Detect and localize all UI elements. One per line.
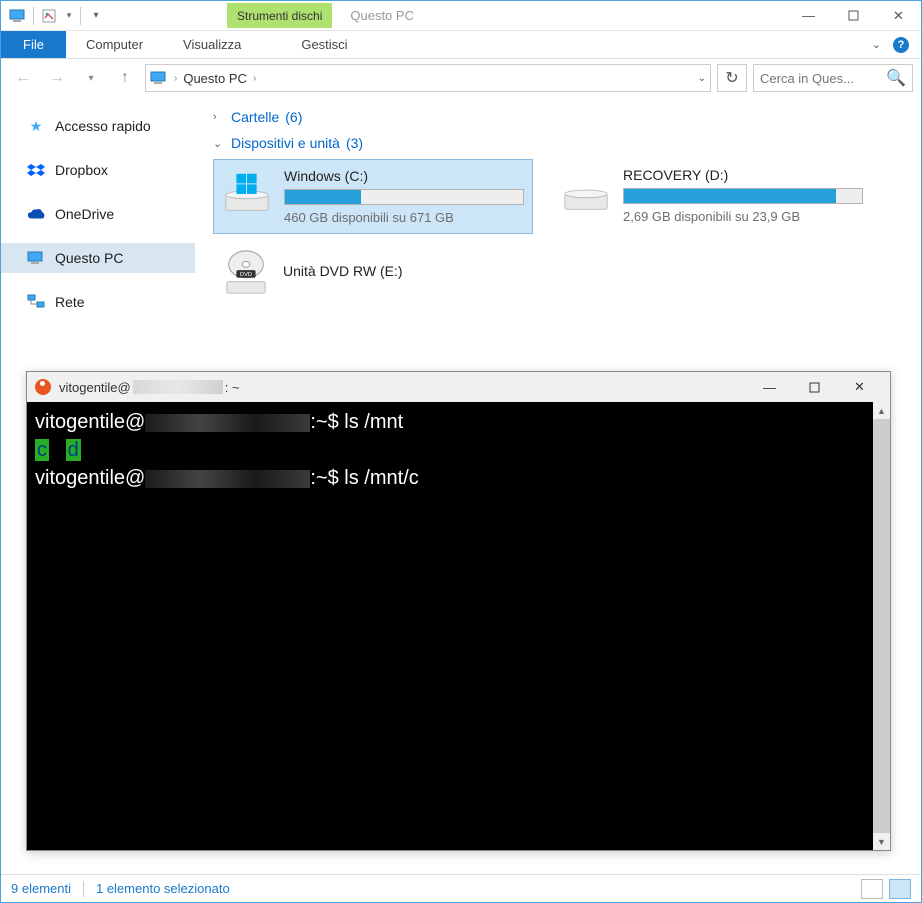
chevron-right-icon[interactable]: › — [253, 73, 256, 84]
group-count: (3) — [346, 135, 363, 151]
sidebar-item-label: Accesso rapido — [55, 118, 151, 134]
drive-usage-bar — [623, 188, 863, 204]
maximize-button[interactable] — [831, 1, 876, 30]
qat-overflow-icon[interactable]: ▾ — [85, 5, 107, 27]
sidebar-item-label: OneDrive — [55, 206, 114, 222]
drive-tile-c[interactable]: Windows (C:) 460 GB disponibili su 671 G… — [213, 159, 533, 234]
window-titlebar: ▾ ▾ Strumenti dischi Questo PC — ✕ — [1, 1, 921, 31]
sidebar-item-label: Rete — [55, 294, 85, 310]
dvd-icon: DVD — [221, 248, 271, 298]
drive-title: Windows (C:) — [284, 168, 524, 184]
drive-tile-dvd[interactable]: DVD Unità DVD RW (E:) — [213, 240, 533, 306]
status-selection: 1 elemento selezionato — [96, 881, 230, 896]
drive-subtitle: 460 GB disponibili su 671 GB — [284, 210, 524, 225]
group-label: Cartelle — [231, 109, 279, 125]
search-input[interactable] — [760, 71, 870, 86]
drive-icon — [561, 167, 611, 217]
terminal-minimize-button[interactable]: — — [747, 373, 792, 401]
search-box[interactable]: 🔍 — [753, 64, 913, 92]
help-icon[interactable]: ? — [893, 37, 909, 53]
status-bar: 9 elementi 1 elemento selezionato — [1, 874, 921, 902]
network-icon — [27, 293, 45, 311]
gestisci-tab[interactable]: Gestisci — [281, 31, 367, 58]
group-folders[interactable]: › Cartelle (6) — [195, 107, 911, 133]
chevron-right-icon[interactable]: › — [213, 111, 225, 123]
onedrive-icon — [27, 205, 45, 223]
chevron-right-icon[interactable]: › — [174, 73, 177, 84]
terminal-title: vitogentile@: ~ — [59, 380, 240, 395]
forward-button[interactable]: → — [43, 64, 71, 92]
sidebar-item-quick-access[interactable]: ★ Accesso rapido — [1, 111, 195, 141]
ribbon-expand-icon[interactable]: ⌄ — [872, 38, 881, 51]
sidebar-item-label: Questo PC — [55, 250, 123, 266]
scroll-up-icon[interactable]: ▲ — [873, 402, 890, 419]
ubuntu-icon — [35, 379, 51, 395]
drive-usage-bar — [284, 189, 524, 205]
address-dropdown-icon[interactable]: ⌄ — [698, 73, 706, 84]
terminal-window: vitogentile@: ~ — ✕ vitogentile@:~$ ls /… — [26, 371, 891, 851]
address-location[interactable]: Questo PC — [183, 71, 247, 86]
drive-title: RECOVERY (D:) — [623, 167, 865, 183]
app-icon — [7, 5, 29, 27]
sidebar-item-onedrive[interactable]: OneDrive — [1, 199, 195, 229]
terminal-maximize-button[interactable] — [792, 373, 837, 401]
terminal-close-button[interactable]: ✕ — [837, 373, 882, 401]
address-bar[interactable]: › Questo PC › ⌄ — [145, 64, 711, 92]
star-icon: ★ — [27, 117, 45, 135]
scroll-down-icon[interactable]: ▼ — [873, 833, 890, 850]
redacted-hostname — [145, 470, 310, 488]
drive-tile-d[interactable]: RECOVERY (D:) 2,69 GB disponibili su 23,… — [553, 159, 873, 234]
window-title: Questo PC — [350, 8, 414, 23]
up-button[interactable]: ↑ — [111, 64, 139, 92]
group-label: Dispositivi e unità — [231, 135, 340, 151]
group-count: (6) — [285, 109, 302, 125]
chevron-down-icon[interactable]: ⌄ — [213, 137, 225, 150]
contextual-tab-disk-tools[interactable]: Strumenti dischi — [227, 3, 332, 28]
pc-icon — [150, 71, 168, 85]
qat-properties-icon[interactable] — [38, 5, 60, 27]
terminal-body[interactable]: vitogentile@:~$ ls /mnt c d vitogentile@… — [27, 402, 890, 850]
ribbon-tabs: File Computer Visualizza Gestisci ⌄ ? — [1, 31, 921, 59]
pc-icon — [27, 249, 45, 267]
file-tab[interactable]: File — [1, 31, 66, 58]
refresh-button[interactable]: ↻ — [717, 64, 747, 92]
terminal-titlebar[interactable]: vitogentile@: ~ — ✕ — [27, 372, 890, 402]
view-tiles-button[interactable] — [889, 879, 911, 899]
status-item-count: 9 elementi — [11, 881, 71, 896]
sidebar-item-this-pc[interactable]: Questo PC — [1, 243, 195, 273]
svg-text:DVD: DVD — [240, 272, 252, 278]
sidebar-item-dropbox[interactable]: Dropbox — [1, 155, 195, 185]
back-button[interactable]: ← — [9, 64, 37, 92]
drive-title: Unità DVD RW (E:) — [283, 263, 403, 279]
recent-dropdown[interactable]: ▾ — [77, 64, 105, 92]
close-button[interactable]: ✕ — [876, 1, 921, 30]
terminal-scrollbar[interactable]: ▲ ▼ — [873, 402, 890, 850]
sidebar-item-label: Dropbox — [55, 162, 108, 178]
view-details-button[interactable] — [861, 879, 883, 899]
group-devices[interactable]: ⌄ Dispositivi e unità (3) — [195, 133, 911, 159]
navigation-bar: ← → ▾ ↑ › Questo PC › ⌄ ↻ 🔍 — [1, 59, 921, 97]
visualizza-tab[interactable]: Visualizza — [163, 31, 261, 58]
terminal-output: d — [66, 439, 81, 461]
drive-subtitle: 2,69 GB disponibili su 23,9 GB — [623, 209, 865, 224]
drive-icon — [222, 168, 272, 218]
sidebar-item-network[interactable]: Rete — [1, 287, 195, 317]
search-icon: 🔍 — [886, 68, 906, 88]
computer-tab[interactable]: Computer — [66, 31, 163, 58]
qat-dropdown-icon[interactable]: ▾ — [62, 5, 76, 27]
terminal-output: c — [35, 439, 49, 461]
dropbox-icon — [27, 161, 45, 179]
minimize-button[interactable]: — — [786, 1, 831, 30]
redacted-hostname — [145, 414, 310, 432]
